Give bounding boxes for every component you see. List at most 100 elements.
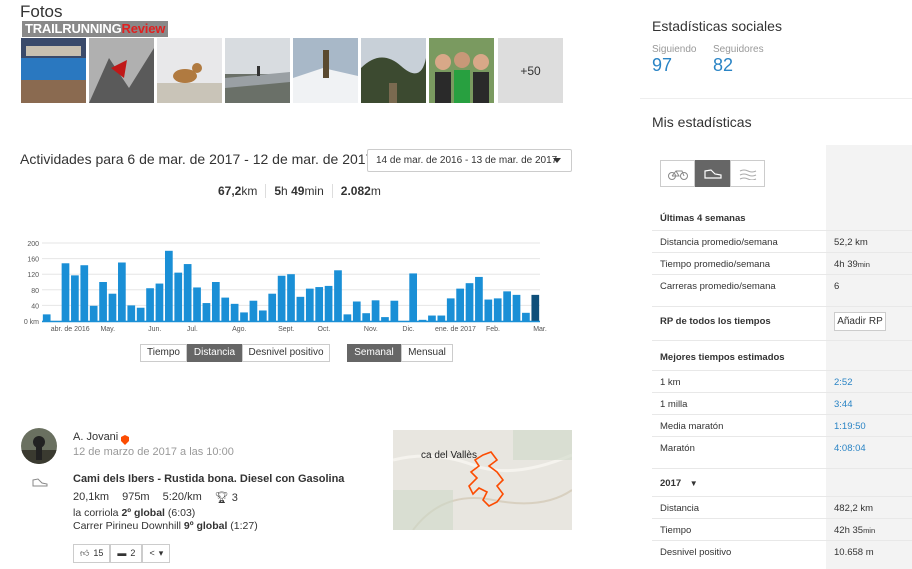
chart-bar[interactable] bbox=[512, 294, 521, 321]
chart-bar[interactable] bbox=[503, 291, 511, 321]
chart-bar[interactable] bbox=[80, 265, 89, 321]
chart-bar[interactable] bbox=[211, 282, 220, 321]
chart-bar[interactable] bbox=[240, 312, 248, 321]
photo-thumbnail[interactable] bbox=[225, 38, 290, 103]
chart-bar[interactable] bbox=[183, 264, 192, 321]
chart-bar[interactable] bbox=[531, 294, 540, 321]
stat-row: Carreras promedio/semana 6 bbox=[652, 274, 912, 296]
comments-button[interactable]: ▬ 2 bbox=[110, 544, 143, 563]
photo-thumbnail[interactable] bbox=[361, 38, 426, 103]
chart-bar[interactable] bbox=[277, 275, 286, 321]
chart-bar[interactable] bbox=[249, 300, 258, 321]
chart-bar[interactable] bbox=[221, 297, 230, 321]
chart-bar[interactable] bbox=[305, 288, 314, 321]
activity-stats: 20,1km 975m 5:20/km 🏆︎ 3 bbox=[73, 491, 238, 504]
tab-bike[interactable] bbox=[660, 160, 695, 187]
chart-bar[interactable] bbox=[334, 270, 342, 321]
activity-elevation: 975m bbox=[122, 491, 150, 503]
activity-map[interactable] bbox=[393, 430, 572, 530]
chart-bar[interactable] bbox=[296, 296, 305, 321]
distancia-toggle[interactable]: Distancia bbox=[187, 344, 242, 362]
chart-bar[interactable] bbox=[475, 276, 483, 321]
followers-count[interactable]: 82 bbox=[713, 55, 733, 76]
chart-bar[interactable] bbox=[127, 305, 136, 321]
chart-bar[interactable] bbox=[343, 314, 352, 321]
chart-bar[interactable] bbox=[155, 283, 164, 321]
year-selector[interactable]: 2017 ▼ bbox=[652, 468, 912, 496]
kudos-button[interactable]: 👍︎ 15 bbox=[73, 544, 111, 563]
watermark-logo: TRAILRUNNINGReview bbox=[22, 21, 169, 37]
photo-thumbnail[interactable] bbox=[157, 38, 222, 103]
y-tick-label: 200 bbox=[27, 241, 39, 248]
following-count[interactable]: 97 bbox=[652, 55, 672, 76]
chart-bar[interactable] bbox=[108, 293, 117, 321]
chart-bar[interactable] bbox=[164, 250, 173, 321]
tab-swim[interactable] bbox=[730, 160, 765, 187]
bike-icon bbox=[667, 170, 688, 180]
y-tick-label: 160 bbox=[27, 257, 39, 264]
chart-bar[interactable] bbox=[465, 283, 474, 321]
stat-row: Tiempo promedio/semana 4h 39min bbox=[652, 252, 912, 274]
social-stats-title: Estadísticas sociales bbox=[652, 18, 782, 34]
y-tick-label: 0 km bbox=[24, 319, 39, 326]
chart-bar[interactable] bbox=[89, 305, 98, 321]
chart-bar[interactable] bbox=[456, 288, 464, 321]
chart-bar[interactable] bbox=[268, 293, 277, 321]
chart-bar[interactable] bbox=[99, 282, 107, 321]
tab-run[interactable] bbox=[695, 160, 730, 187]
chart-bar[interactable] bbox=[202, 303, 211, 321]
x-tick-label: abr. de 2016 bbox=[51, 326, 90, 333]
divider bbox=[640, 98, 912, 99]
chart-bar[interactable] bbox=[522, 312, 530, 321]
chart-bar[interactable] bbox=[146, 288, 154, 321]
best-time-link[interactable]: 1:19:50 bbox=[834, 421, 866, 432]
chart-bar[interactable] bbox=[437, 315, 446, 321]
chart-bar[interactable] bbox=[390, 300, 399, 321]
weekly-distance-chart: 200 160 120 80 40 0 km abr. de 2016 May. Jun. Jul… bbox=[24, 241, 547, 333]
chart-bar[interactable] bbox=[61, 263, 70, 321]
best-time-link[interactable]: 4:08:04 bbox=[834, 443, 866, 454]
chart-bar[interactable] bbox=[324, 285, 333, 321]
chart-bar[interactable] bbox=[493, 298, 502, 321]
athlete-avatar[interactable] bbox=[21, 428, 57, 464]
chart-bar[interactable] bbox=[230, 303, 239, 321]
chart-bar[interactable] bbox=[428, 315, 436, 321]
mensual-toggle[interactable]: Mensual bbox=[401, 344, 453, 362]
chart-bar[interactable] bbox=[446, 298, 455, 321]
x-tick-label: Dic. bbox=[402, 326, 414, 333]
chart-bar[interactable] bbox=[258, 310, 267, 321]
x-tick-label: Jun. bbox=[148, 326, 161, 333]
activity-name[interactable]: Cami dels Ibers - Rustida bona. Diesel c… bbox=[73, 473, 344, 485]
chart-bar[interactable] bbox=[362, 313, 371, 321]
date-range-select[interactable]: 14 de mar. de 2016 - 13 de mar. de 2017 bbox=[367, 149, 572, 172]
athlete-name[interactable]: A. Jovani bbox=[73, 431, 118, 443]
chart-bar[interactable] bbox=[381, 317, 389, 321]
chart-bar[interactable] bbox=[193, 287, 201, 321]
stat-row: Media maratón 1:19:50 bbox=[652, 414, 912, 436]
photo-thumbnail[interactable] bbox=[89, 38, 154, 103]
photo-thumbnail[interactable] bbox=[21, 38, 86, 103]
chart-bar[interactable] bbox=[315, 287, 324, 321]
share-button[interactable]: < ▾ bbox=[142, 544, 171, 563]
best-times-header: Mejores tiempos estimados bbox=[652, 340, 912, 370]
y-tick-label: 80 bbox=[31, 288, 39, 295]
chart-bar[interactable] bbox=[71, 275, 79, 321]
best-time-link[interactable]: 2:52 bbox=[834, 377, 853, 388]
chart-bar[interactable] bbox=[352, 301, 361, 322]
semanal-toggle[interactable]: Semanal bbox=[347, 344, 401, 362]
chart-bar[interactable] bbox=[409, 273, 418, 321]
chart-bar[interactable] bbox=[371, 300, 380, 321]
add-pr-button[interactable]: Añadir RP bbox=[834, 312, 886, 331]
photo-thumbnail[interactable] bbox=[293, 38, 358, 103]
desnivel-toggle[interactable]: Desnivel positivo bbox=[242, 344, 330, 362]
best-time-link[interactable]: 3:44 bbox=[834, 399, 853, 410]
chart-bar[interactable] bbox=[287, 274, 295, 321]
photo-thumbnail[interactable] bbox=[429, 38, 494, 103]
chart-bar[interactable] bbox=[42, 314, 51, 321]
chart-bar[interactable] bbox=[136, 307, 145, 321]
chart-bar[interactable] bbox=[174, 272, 183, 321]
tiempo-toggle[interactable]: Tiempo bbox=[140, 344, 187, 362]
chart-bar[interactable] bbox=[118, 262, 126, 322]
more-photos-button[interactable]: +50 bbox=[498, 38, 563, 103]
chart-bar[interactable] bbox=[484, 299, 493, 321]
